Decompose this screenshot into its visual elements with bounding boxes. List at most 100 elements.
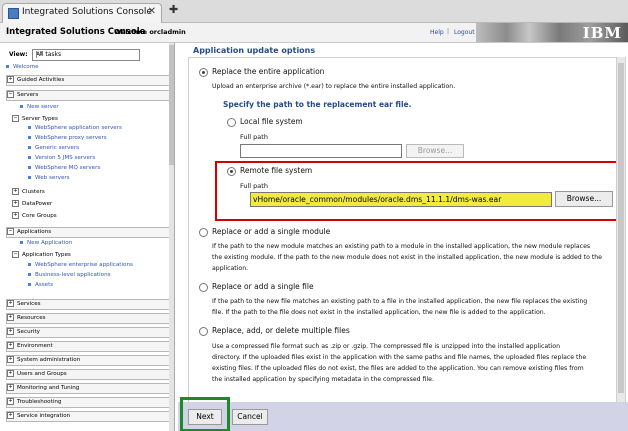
nav-business-apps[interactable]: Business-level applications <box>28 272 174 278</box>
remote-file-system-radio[interactable] <box>227 167 236 176</box>
main-content: Application update options Replace the e… <box>178 43 628 431</box>
new-tab-icon[interactable]: ✚ <box>169 3 178 16</box>
replace-module-radio[interactable] <box>199 228 208 237</box>
replace-module-desc-2: the existing module. If the path to the … <box>212 254 602 261</box>
local-browse-button[interactable]: Browse... <box>406 144 464 158</box>
nav-service-integration[interactable]: + Service integration <box>6 411 172 422</box>
banner-artwork: IBM <box>476 23 628 42</box>
browser-tab[interactable]: Integrated Solutions Console ✕ <box>2 3 162 23</box>
nav-server-types[interactable]: − Server Types <box>12 115 174 122</box>
replace-multiple-desc-2: directory. If the uploaded files exist i… <box>212 354 587 361</box>
nav-services[interactable]: + Services <box>6 299 172 310</box>
bullet-icon <box>28 263 31 266</box>
nav-scroll-thumb[interactable] <box>169 45 174 165</box>
nav-core-groups[interactable]: + Core Groups <box>12 212 174 219</box>
expand-icon: + <box>12 200 19 207</box>
nav-monitoring[interactable]: + Monitoring and Tuning <box>6 383 172 394</box>
expand-icon: + <box>7 342 14 349</box>
nav-environment[interactable]: + Environment <box>6 341 172 352</box>
content-scroll-thumb[interactable] <box>618 63 624 393</box>
nav-resources[interactable]: + Resources <box>6 313 172 324</box>
nav-web-servers[interactable]: Web servers <box>28 175 174 181</box>
bullet-icon <box>28 136 31 139</box>
nav-scrollbar[interactable] <box>169 43 174 431</box>
section-title: Application update options <box>193 46 316 55</box>
nav-new-application[interactable]: New Application <box>20 240 174 246</box>
local-file-system-radio[interactable] <box>227 118 236 127</box>
replace-multiple-radio[interactable] <box>199 327 208 336</box>
bullet-icon <box>28 126 31 129</box>
collapse-icon: − <box>12 251 19 258</box>
banner-separator: | <box>447 28 450 35</box>
replace-entire-desc: Upload an enterprise archive (*.ear) to … <box>212 83 456 90</box>
replace-file-desc-2: file. If the path to the file does not e… <box>212 309 546 316</box>
replace-entire-label: Replace the entire application <box>212 67 325 76</box>
nav-application-types[interactable]: − Application Types <box>12 251 174 258</box>
nav-servers[interactable]: − Servers <box>6 90 172 101</box>
nav-assets[interactable]: Assets <box>28 282 174 288</box>
close-tab-icon[interactable]: ✕ <box>148 6 156 17</box>
console-favicon-icon <box>8 8 19 19</box>
collapse-icon: − <box>7 228 14 235</box>
view-select[interactable]: All tasks ⇕ <box>32 49 140 61</box>
nav-users-groups[interactable]: + Users and Groups <box>6 369 172 380</box>
expand-icon: + <box>7 412 14 419</box>
local-full-path-label: Full path <box>240 133 268 141</box>
nav-guided-activities[interactable]: + Guided Activities <box>6 75 172 86</box>
local-path-input[interactable] <box>240 144 402 158</box>
bullet-icon <box>28 166 31 169</box>
ibm-logo: IBM <box>582 24 622 42</box>
replace-entire-radio[interactable] <box>199 68 208 77</box>
replace-multiple-desc-3: existing files. If the uploaded files do… <box>212 365 584 372</box>
content-scrollbar[interactable] <box>616 57 625 403</box>
replace-file-desc-1: If the path to the new file matches an e… <box>212 298 588 305</box>
bullet-icon <box>28 146 31 149</box>
select-arrows-icon: ⇕ <box>36 51 45 58</box>
remote-browse-button[interactable]: Browse... <box>555 191 613 207</box>
cancel-button[interactable]: Cancel <box>232 409 268 425</box>
expand-icon: + <box>12 212 19 219</box>
nav-clusters[interactable]: + Clusters <box>12 188 174 195</box>
remote-full-path-label: Full path <box>240 182 268 190</box>
nav-enterprise-apps[interactable]: WebSphere enterprise applications <box>28 262 174 268</box>
collapse-icon: − <box>7 91 14 98</box>
expand-icon: + <box>7 370 14 377</box>
nav-generic-servers[interactable]: Generic servers <box>28 145 174 151</box>
nav-datapower[interactable]: + DataPower <box>12 200 174 207</box>
collapse-icon: − <box>12 115 19 122</box>
update-options-panel: Replace the entire application Upload an… <box>188 57 626 405</box>
remote-path-input[interactable]: vHome/oracle_common/modules/oracle.dms_1… <box>250 192 552 207</box>
nav-system-administration[interactable]: + System administration <box>6 355 172 366</box>
nav-troubleshooting[interactable]: + Troubleshooting <box>6 397 172 408</box>
expand-icon: + <box>7 76 14 83</box>
nav-mq-servers[interactable]: WebSphere MQ servers <box>28 165 174 171</box>
view-filter: View: All tasks ⇕ <box>6 48 142 61</box>
expand-icon: + <box>7 300 14 307</box>
nav-jms-servers[interactable]: Version 5 JMS servers <box>28 155 174 161</box>
nav-websphere-proxy-servers[interactable]: WebSphere proxy servers <box>28 135 174 141</box>
nav-welcome[interactable]: Welcome <box>6 64 170 70</box>
bullet-icon <box>28 156 31 159</box>
help-link[interactable]: Help <box>430 29 444 36</box>
nav-security[interactable]: + Security <box>6 327 172 338</box>
replacement-path-heading: Specify the path to the replacement ear … <box>223 100 412 109</box>
expand-icon: + <box>7 314 14 321</box>
remote-file-system-label: Remote file system <box>240 166 313 175</box>
expand-icon: + <box>7 398 14 405</box>
next-button[interactable]: Next <box>188 409 222 425</box>
console-banner: Integrated Solutions Console Welcome orc… <box>0 23 628 43</box>
bullet-icon <box>28 283 31 286</box>
browser-tab-strip: Integrated Solutions Console ✕ ✚ <box>0 0 628 23</box>
expand-icon: + <box>7 328 14 335</box>
replace-multiple-desc-4: the installed application by specifying … <box>212 376 434 383</box>
replace-multiple-desc-1: Use a compressed file format such as .zi… <box>212 343 560 350</box>
browser-tab-title: Integrated Solutions Console <box>22 7 152 17</box>
nav-websphere-app-servers[interactable]: WebSphere application servers <box>28 125 174 131</box>
nav-applications[interactable]: − Applications <box>6 227 172 238</box>
expand-icon: + <box>7 384 14 391</box>
nav-new-server[interactable]: New server <box>20 104 174 110</box>
expand-icon: + <box>12 188 19 195</box>
logout-link[interactable]: Logout <box>454 29 475 36</box>
bullet-icon <box>28 273 31 276</box>
replace-file-radio[interactable] <box>199 283 208 292</box>
